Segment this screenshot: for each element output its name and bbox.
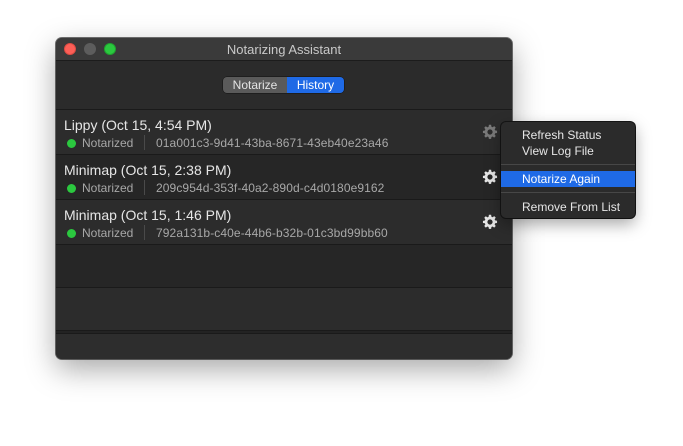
empty-row — [56, 288, 512, 331]
submission-name: Minimap (Oct 15, 1:46 PM) — [64, 207, 232, 223]
request-uuid: 01a001c3-9d41-43ba-8671-43eb40e23a46 — [156, 136, 389, 150]
request-uuid: 792a131b-c40e-44b6-b32b-01c3bd99bb60 — [156, 226, 388, 240]
tab-notarize[interactable]: Notarize — [223, 77, 287, 93]
status-indicator — [67, 139, 76, 148]
history-row[interactable]: Lippy (Oct 15, 4:54 PM) Notarized 01a001… — [56, 110, 512, 155]
history-list: Lippy (Oct 15, 4:54 PM) Notarized 01a001… — [56, 110, 512, 331]
menu-separator — [501, 192, 635, 193]
menu-item-view-log-file[interactable]: View Log File — [501, 143, 635, 159]
row-divider — [144, 180, 145, 195]
menu-item-remove-from-list[interactable]: Remove From List — [501, 199, 635, 215]
gear-icon[interactable] — [482, 214, 498, 230]
notarizing-assistant-window: Notarizing Assistant Notarize History Li… — [56, 38, 512, 359]
submission-name: Minimap (Oct 15, 2:38 PM) — [64, 162, 232, 178]
empty-row — [56, 245, 512, 288]
window-footer — [56, 333, 512, 359]
menu-separator — [501, 164, 635, 165]
tab-history[interactable]: History — [287, 77, 344, 93]
status-indicator — [67, 229, 76, 238]
row-divider — [144, 225, 145, 240]
history-row[interactable]: Minimap (Oct 15, 2:38 PM) Notarized 209c… — [56, 155, 512, 200]
title-bar[interactable]: Notarizing Assistant — [56, 38, 512, 61]
row-divider — [144, 135, 145, 150]
status-label: Notarized — [82, 136, 134, 150]
window-title: Notarizing Assistant — [226, 42, 342, 57]
view-segmented-control: Notarize History — [223, 77, 344, 93]
menu-item-notarize-again[interactable]: Notarize Again — [501, 171, 635, 187]
request-uuid: 209c954d-353f-40a2-890d-c4d0180e9162 — [156, 181, 385, 195]
gear-icon[interactable] — [482, 124, 498, 140]
row-context-menu: Refresh Status View Log File Notarize Ag… — [501, 122, 635, 218]
submission-name: Lippy (Oct 15, 4:54 PM) — [64, 117, 212, 133]
history-row[interactable]: Minimap (Oct 15, 1:46 PM) Notarized 792a… — [56, 200, 512, 245]
status-label: Notarized — [82, 226, 134, 240]
status-indicator — [67, 184, 76, 193]
menu-item-refresh-status[interactable]: Refresh Status — [501, 127, 635, 143]
status-label: Notarized — [82, 181, 134, 195]
toolbar: Notarize History — [56, 61, 512, 110]
gear-icon[interactable] — [482, 169, 498, 185]
